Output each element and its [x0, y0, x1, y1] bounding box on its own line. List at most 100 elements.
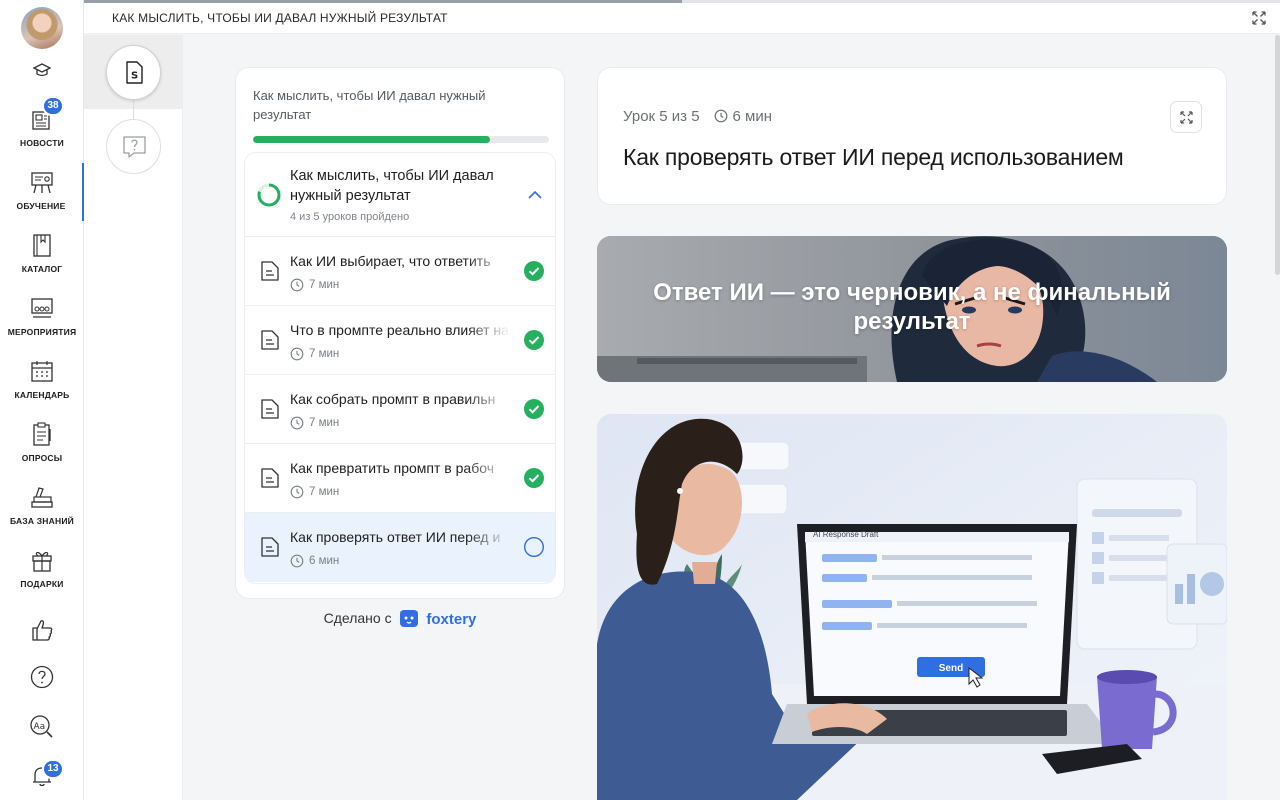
thumbs-up-icon[interactable]	[29, 617, 55, 643]
lesson-duration: 7 мин	[309, 417, 340, 429]
check-circle-icon	[524, 468, 544, 488]
lesson-doc-icon	[261, 537, 279, 557]
course-progress-track	[84, 0, 1280, 3]
lesson-counter: Урок 5 из 5	[623, 108, 700, 125]
lesson-doc-icon	[261, 468, 279, 488]
empty-circle-icon	[523, 536, 545, 558]
lesson-item[interactable]: Как ИИ выбирает, что ответить 7 мин	[245, 237, 555, 306]
module-progress-ring-icon	[257, 183, 281, 207]
laptop-window-title: AI Response Draft	[813, 530, 879, 539]
check-circle-icon	[524, 261, 544, 281]
step-column: S	[84, 35, 183, 800]
left-navigation: 38 НОВОСТИ ОБУЧЕНИЕ КАТАЛОГ МЕРОПРИЯТИЯ	[0, 0, 84, 800]
brand-name: foxtery	[426, 610, 477, 628]
nav-label-news: НОВОСТИ	[20, 138, 64, 148]
lesson-item-active[interactable]: Как проверять ответ ИИ перед и 6 мин	[245, 513, 555, 582]
nav-label-events: МЕРОПРИЯТИЯ	[7, 327, 77, 337]
nav-label-surveys: ОПРОСЫ	[21, 453, 63, 463]
nav-knowledge-base[interactable]: БАЗА ЗНАНИЙ	[0, 478, 84, 536]
nav-label-learning: ОБУЧЕНИЕ	[16, 201, 66, 211]
course-progress-fill	[84, 0, 682, 3]
lesson-item[interactable]: Как собрать промпт в правильн 7 мин	[245, 375, 555, 444]
nav-label-gifts: ПОДАРКИ	[20, 579, 64, 589]
lesson-header-card: Урок 5 из 5 6 мин Как проверять ответ ИИ …	[597, 67, 1227, 205]
course-progress-bar-fill	[253, 136, 490, 143]
clock-icon	[290, 554, 304, 568]
course-outline-card: Как мыслить, чтобы ИИ давал нужный резул…	[235, 67, 565, 599]
clipboard-icon	[33, 422, 51, 446]
course-progress-bar	[253, 136, 549, 143]
books-stack-icon	[31, 487, 53, 508]
user-avatar[interactable]	[21, 7, 63, 49]
top-bar: КАК МЫСЛИТЬ, ЧТОБЫ ИИ ДАВАЛ НУЖНЫЙ РЕЗУЛ…	[84, 0, 1280, 34]
clock-icon	[290, 278, 304, 292]
lesson-item[interactable]: Что в промпте реально влияет на 7 мин	[245, 306, 555, 375]
svg-text:Aa: Aa	[34, 722, 46, 732]
woman-at-laptop-illustration: AI Response Draft Send	[597, 414, 1227, 800]
nav-label-catalog: КАТАЛОГ	[21, 264, 63, 274]
nav-events[interactable]: МЕРОПРИЯТИЯ	[0, 289, 84, 347]
quiz-bubble-icon	[123, 136, 146, 158]
lesson-title: Как ИИ выбирает, что ответить	[290, 253, 491, 269]
made-with-label: Сделано с	[323, 610, 392, 626]
lesson-duration-header: 6 мин	[732, 108, 773, 125]
lesson-duration: 6 мин	[309, 555, 340, 567]
lesson-meta: Урок 5 из 5 6 мин	[623, 108, 772, 125]
collapse-icon[interactable]	[1252, 11, 1266, 25]
lesson-duration: 7 мин	[309, 279, 340, 291]
lesson-title: Что в промпте реально влияет на	[290, 322, 509, 338]
module-header[interactable]: Как мыслить, чтобы ИИ давал нужный резул…	[245, 153, 555, 237]
step-content[interactable]: S	[106, 45, 161, 100]
lesson-title: Как превратить промпт в рабоч	[290, 460, 494, 476]
nav-gifts[interactable]: ПОДАРКИ	[0, 541, 84, 599]
lesson-doc-icon	[261, 261, 279, 281]
nav-news[interactable]: 38 НОВОСТИ	[0, 96, 84, 158]
lesson-duration: 7 мин	[309, 348, 340, 360]
graduation-cap-icon[interactable]	[33, 62, 51, 78]
notifications-badge: 13	[42, 759, 64, 779]
clock-icon	[714, 109, 727, 123]
lesson-duration: 7 мин	[309, 486, 340, 498]
nav-surveys[interactable]: ОПРОСЫ	[0, 415, 84, 473]
lesson-doc-icon	[261, 330, 279, 350]
lesson-title-header: Как проверять ответ ИИ перед использован…	[623, 144, 1124, 170]
module-progress-text: 4 из 5 уроков пройдено	[290, 211, 410, 223]
news-badge: 38	[42, 96, 64, 116]
lesson-item[interactable]: Как превратить промпт в рабоч 7 мин	[245, 444, 555, 513]
check-circle-icon	[524, 399, 544, 419]
module-title: Как мыслить, чтобы ИИ давал нужный резул…	[290, 168, 494, 204]
nav-calendar[interactable]: КАЛЕНДАРЬ	[0, 352, 84, 410]
made-with-footer[interactable]: Сделано с foxtery	[235, 609, 565, 628]
expand-icon	[1180, 111, 1193, 124]
learning-board-icon	[31, 172, 53, 194]
nav-label-calendar: КАЛЕНДАРЬ	[14, 390, 70, 400]
nav-label-knowledge-base: БАЗА ЗНАНИЙ	[10, 516, 74, 526]
document-s-icon: S	[126, 61, 143, 84]
help-icon[interactable]	[29, 664, 55, 690]
page-scrollbar[interactable]	[1275, 35, 1280, 275]
course-title: Как мыслить, чтобы ИИ давал нужный резул…	[253, 88, 486, 122]
foxtery-logo-icon	[400, 609, 419, 627]
step-quiz[interactable]	[106, 119, 161, 174]
gift-icon	[32, 551, 52, 572]
lesson-banner: Ответ ИИ — это черновик, а не финальный …	[597, 236, 1227, 382]
clock-icon	[290, 485, 304, 499]
step-connector	[133, 100, 134, 120]
module-panel: Как мыслить, чтобы ИИ давал нужный резул…	[244, 152, 556, 584]
chevron-up-icon[interactable]	[527, 187, 543, 203]
text-size-icon[interactable]: Aa	[29, 713, 55, 739]
laptop-send-button: Send	[939, 663, 963, 674]
calendar-icon	[31, 361, 53, 382]
events-icon	[31, 298, 53, 318]
clock-icon	[290, 347, 304, 361]
lesson-illustration: AI Response Draft Send	[597, 414, 1227, 800]
check-circle-icon	[524, 330, 544, 350]
lesson-doc-icon	[261, 399, 279, 419]
nav-learning[interactable]: ОБУЧЕНИЕ	[0, 163, 84, 221]
lesson-title: Как проверять ответ ИИ перед и	[290, 529, 501, 545]
fullscreen-button[interactable]	[1170, 101, 1202, 133]
nav-catalog[interactable]: КАТАЛОГ	[0, 226, 84, 284]
clock-icon	[290, 416, 304, 430]
svg-text:S: S	[131, 71, 138, 82]
lesson-title: Как собрать промпт в правильн	[290, 391, 496, 407]
